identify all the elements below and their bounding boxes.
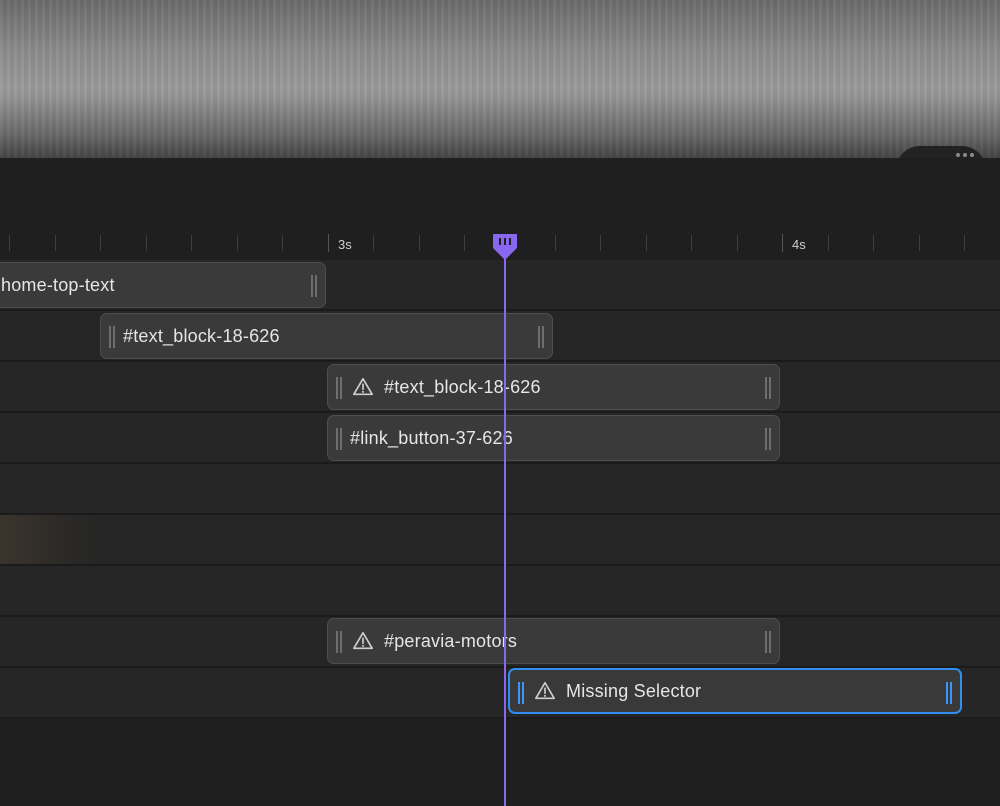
timeline-clip[interactable]: #peravia-motors	[327, 618, 780, 664]
preview-shade	[0, 98, 1000, 158]
ruler-tick	[964, 235, 965, 251]
ruler-tick	[100, 235, 101, 251]
ruler-label-3s: 3s	[338, 237, 352, 252]
ruler-tick	[419, 235, 420, 251]
ruler-tick	[555, 235, 556, 251]
ruler-tick-major	[328, 234, 329, 252]
warning-triangle-icon	[535, 681, 555, 700]
warning-triangle-icon	[353, 631, 373, 650]
ruler-tick	[828, 235, 829, 251]
resize-grip-icon[interactable]	[311, 275, 317, 297]
resize-grip-icon[interactable]	[336, 377, 342, 399]
timeline-clip[interactable]: #link_button-37-626	[327, 415, 780, 461]
ruler-tick	[282, 235, 283, 251]
resize-grip-icon[interactable]	[336, 631, 342, 653]
clip-label: #peravia-motors	[384, 630, 518, 651]
ruler-tick	[146, 235, 147, 251]
timeline-clip[interactable]: #text_block-18-626	[100, 313, 553, 359]
track-row[interactable]	[0, 515, 1000, 566]
ruler-tick	[464, 235, 465, 251]
ruler-tick	[373, 235, 374, 251]
ruler-tick	[55, 235, 56, 251]
resize-grip-icon[interactable]	[538, 326, 544, 348]
ruler-tick	[9, 235, 10, 251]
timeline-clip-selected[interactable]: Missing Selector	[508, 668, 962, 714]
track-row[interactable]	[0, 464, 1000, 515]
ruler-tick	[646, 235, 647, 251]
resize-grip-icon[interactable]	[765, 428, 771, 450]
ruler-tick	[873, 235, 874, 251]
clip-label: #text_block-18-626	[384, 376, 541, 397]
clip-label: Missing Selector	[566, 680, 702, 701]
clip-label: #text_block-18-626	[123, 325, 280, 346]
resize-grip-icon[interactable]	[109, 326, 115, 348]
clip-label: #link_button-37-626	[350, 427, 513, 448]
ruler-tick	[737, 235, 738, 251]
ruler-tick	[191, 235, 192, 251]
resize-grip-icon[interactable]	[765, 631, 771, 653]
playhead-line[interactable]	[504, 246, 506, 806]
resize-grip-icon[interactable]	[336, 428, 342, 450]
canvas-preview	[0, 0, 1000, 158]
ruler-tick	[237, 235, 238, 251]
resize-grip-icon[interactable]	[518, 682, 524, 704]
timeline-clip[interactable]: #text_block-18-626	[327, 364, 780, 410]
timeline-clip[interactable]: home-top-text	[0, 262, 326, 308]
ruler-tick	[600, 235, 601, 251]
resize-grip-icon[interactable]	[765, 377, 771, 399]
ruler-tick	[691, 235, 692, 251]
resize-grip-icon[interactable]	[946, 682, 952, 704]
more-options-icon[interactable]	[956, 153, 974, 157]
track-row[interactable]	[0, 566, 1000, 617]
clip-label: home-top-text	[1, 274, 115, 295]
ruler-tick	[919, 235, 920, 251]
warning-triangle-icon	[353, 377, 373, 396]
ruler-label-4s: 4s	[792, 237, 806, 252]
playhead-marker-icon[interactable]	[491, 232, 519, 262]
ruler-tick-major	[782, 234, 783, 252]
